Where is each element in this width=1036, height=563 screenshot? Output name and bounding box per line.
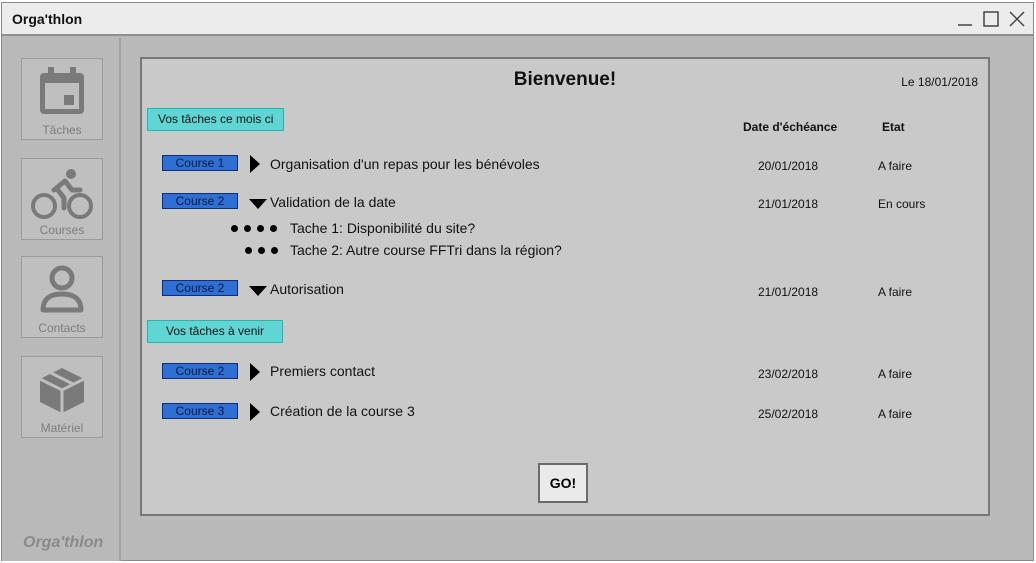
task-due-date: 20/01/2018 (758, 159, 819, 173)
section-tag-this-month: Vos tâches ce mois ci (147, 108, 285, 131)
app-window: Orga'thlon Tâches Courses Contacts Matér… (1, 2, 1034, 561)
expand-arrow-icon[interactable] (249, 403, 261, 421)
task-due-date: 21/01/2018 (758, 285, 819, 299)
task-label: Organisation d'un repas pour les bénévol… (270, 156, 540, 172)
course-badge[interactable]: Course 2 (162, 280, 238, 296)
title-bar: Orga'thlon (2, 3, 1033, 36)
column-header-due: Date d'échéance (743, 120, 838, 134)
task-status: A faire (878, 407, 913, 421)
person-icon (40, 265, 84, 313)
task-label: Autorisation (270, 281, 344, 297)
close-button[interactable] (1007, 9, 1027, 29)
page-title: Bienvenue! (513, 69, 617, 90)
subtask-item: Tache 1: Disponibilité du site? (290, 220, 476, 236)
course-badge[interactable]: Course 1 (162, 155, 238, 171)
task-label: Premiers contact (270, 363, 376, 379)
minimize-button[interactable] (955, 9, 975, 29)
sidebar-item-label: Contacts (38, 321, 86, 335)
task-due-date: 23/02/2018 (758, 367, 819, 381)
dashboard-panel: Bienvenue! Le 18/01/2018 Vos tâches ce m… (140, 57, 990, 516)
bullet-dots-icon (245, 247, 278, 254)
sidebar-item-contacts[interactable]: Contacts (21, 256, 103, 338)
collapse-arrow-icon[interactable] (249, 199, 267, 209)
bullet-dots-icon (231, 225, 277, 232)
window-title: Orga'thlon (12, 11, 83, 27)
go-button[interactable]: GO! (538, 463, 588, 503)
task-due-date: 25/02/2018 (758, 407, 819, 421)
current-date: Le 18/01/2018 (901, 75, 978, 89)
sidebar-item-label: Tâches (42, 123, 82, 137)
sidebar-item-label: Matériel (40, 421, 84, 435)
section-tag-upcoming: Vos tâches à venir (147, 320, 284, 343)
maximize-icon (983, 11, 999, 27)
minimize-icon (958, 24, 972, 26)
sidebar-item-courses[interactable]: Courses (21, 158, 103, 240)
course-badge[interactable]: Course 2 (162, 363, 238, 379)
task-label: Création de la course 3 (270, 403, 415, 419)
expand-arrow-icon[interactable] (249, 363, 261, 381)
close-icon (1009, 11, 1025, 27)
window-controls (955, 9, 1027, 29)
column-header-status: Etat (882, 120, 905, 134)
sidebar-item-materiel[interactable]: Matériel (21, 356, 103, 438)
maximize-button[interactable] (981, 9, 1001, 29)
box-icon (39, 368, 85, 413)
sidebar-item-taches[interactable]: Tâches (21, 58, 103, 140)
cyclist-icon (31, 169, 93, 219)
main-area: Bienvenue! Le 18/01/2018 Vos tâches ce m… (123, 38, 1033, 560)
calendar-icon (40, 67, 84, 114)
sidebar-item-label: Courses (39, 223, 85, 237)
subtask-item: Tache 2: Autre course FFTri dans la régi… (290, 242, 562, 258)
task-status: A faire (878, 367, 913, 381)
task-status: En cours (878, 197, 926, 211)
sidebar: Tâches Courses Contacts Matériel Orga'th… (2, 38, 121, 561)
brand-logo: Orga'thlon (23, 534, 104, 551)
collapse-arrow-icon[interactable] (249, 286, 267, 296)
course-badge[interactable]: Course 2 (162, 193, 238, 209)
task-due-date: 21/01/2018 (758, 197, 819, 211)
task-status: A faire (878, 159, 913, 173)
course-badge[interactable]: Course 3 (162, 403, 238, 419)
expand-arrow-icon[interactable] (249, 155, 261, 173)
task-label: Validation de la date (270, 194, 396, 210)
task-status: A faire (878, 285, 913, 299)
